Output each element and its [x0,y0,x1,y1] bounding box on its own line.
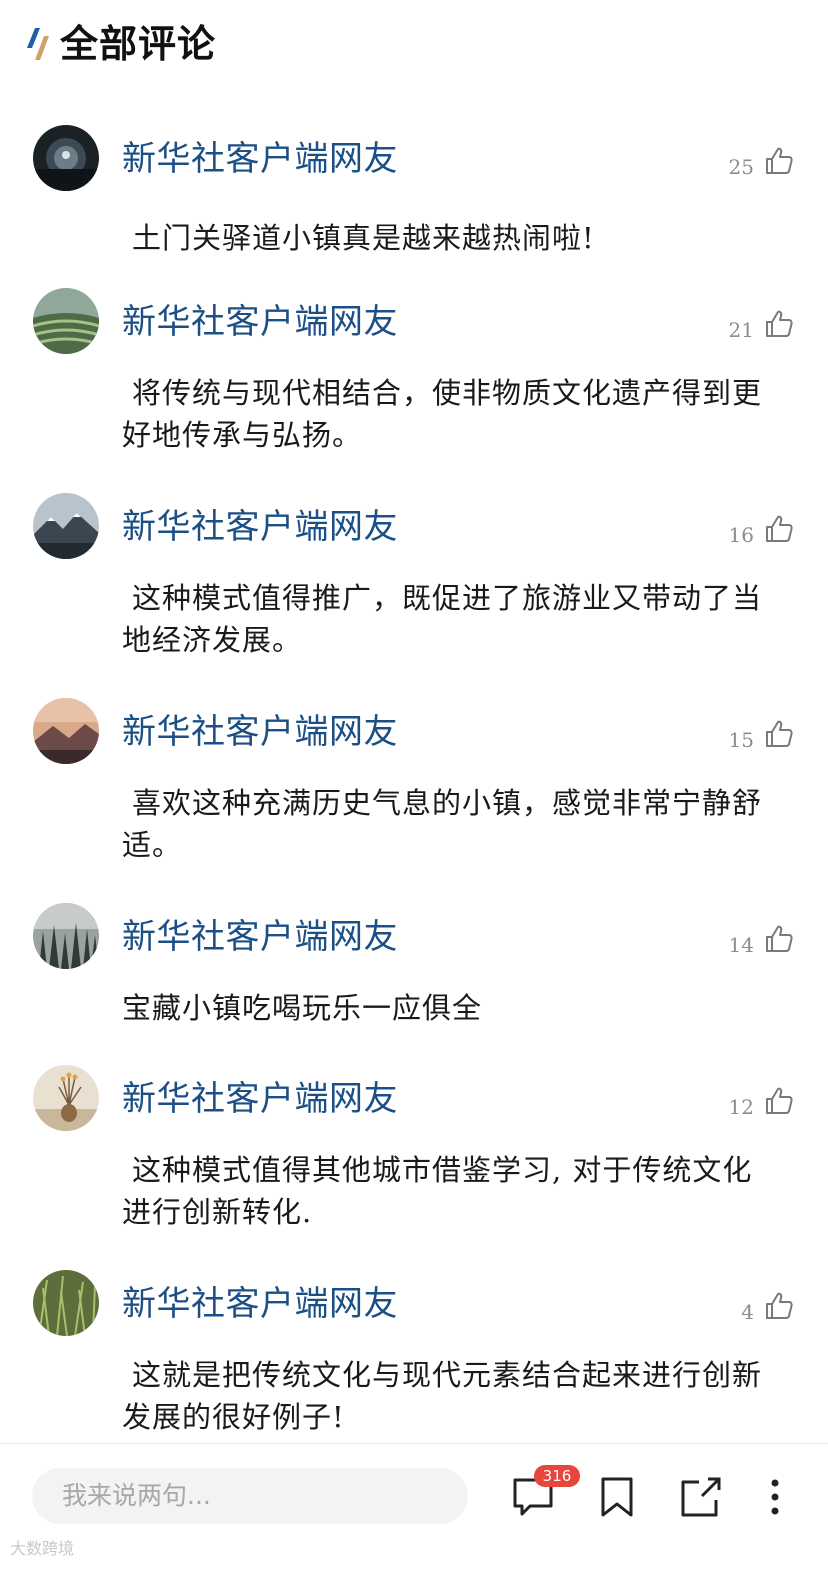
thumbs-up-icon[interactable] [764,719,794,749]
comment-text: 这种模式值得推广，既促进了旅游业又带动了当地经济发展。 [122,581,763,657]
comment-item: 新华社客户端网友 21 将传统与现代相结合，使非物质文化遗产得到更好地传承与弘扬… [0,288,828,468]
like-count: 4 [741,1300,754,1324]
thumbs-up-icon[interactable] [764,514,794,544]
comment-item: 新华社客户端网友 16 这种模式值得推广，既促进了旅游业又带动了当地经济发展。 [0,493,828,673]
like-button[interactable]: 15 [729,716,794,752]
terrace-fields-avatar[interactable] [33,288,99,354]
like-count: 14 [728,933,754,957]
watermark-text: 大数跨境 [10,1539,75,1558]
like-button[interactable]: 21 [729,306,794,342]
thumbs-up-icon[interactable] [764,924,794,954]
sunset-mountain-avatar[interactable] [33,698,99,764]
comment-text: 喜欢这种充满历史气息的小镇，感觉非常宁静舒适。 [122,786,763,862]
like-count: 15 [728,728,754,752]
night-sky-avatar[interactable] [33,125,99,191]
share-icon[interactable] [678,1474,724,1520]
thumbs-up-icon[interactable] [764,309,794,339]
comment-list: 新华社客户端网友 25 土门关驿道小镇真是越来越热闹啦! 新华社客户端网友 21 [0,95,828,1443]
comment-text: 将传统与现代相结合，使非物质文化遗产得到更好地传承与弘扬。 [122,376,763,452]
page-header: 全部评论 [0,0,828,95]
bottom-action-bar: 我来说两句... 316 大数跨境 [0,1443,828,1570]
comment-item: 新华社客户端网友 12 这种模式值得其他城市借鉴学习, 对于传统文化进行创新转化… [0,1065,828,1245]
bookmark-icon[interactable] [594,1474,640,1520]
comment-item: 新华社客户端网友 4 这就是把传统文化与现代元素结合起来进行创新发展的很好例子! [0,1270,828,1443]
like-count: 12 [728,1095,754,1119]
comment-author[interactable]: 新华社客户端网友 [122,137,398,181]
comment-author[interactable]: 新华社客户端网友 [122,505,398,549]
comment-author[interactable]: 新华社客户端网友 [122,300,398,344]
page-title: 全部评论 [60,22,217,66]
comment-item: 新华社客户端网友 15 喜欢这种充满历史气息的小镇，感觉非常宁静舒适。 [0,698,828,878]
comment-text: 土门关驿道小镇真是越来越热闹啦! [132,221,595,255]
comment-item: 新华社客户端网友 25 土门关驿道小镇真是越来越热闹啦! [0,125,828,265]
slash-logo-icon [27,28,49,60]
comment-author[interactable]: 新华社客户端网友 [122,1077,398,1121]
like-button[interactable]: 25 [729,143,794,179]
comment-item: 新华社客户端网友 14 宝藏小镇吃喝玩乐一应俱全 [0,903,828,1043]
comment-author[interactable]: 新华社客户端网友 [122,710,398,754]
like-count: 16 [728,523,754,547]
snow-mountain-avatar[interactable] [33,493,99,559]
misty-forest-avatar[interactable] [33,903,99,969]
comment-author[interactable]: 新华社客户端网友 [122,1282,398,1326]
thumbs-up-icon[interactable] [764,1291,794,1321]
thumbs-up-icon[interactable] [764,146,794,176]
comment-author[interactable]: 新华社客户端网友 [122,915,398,959]
comment-input[interactable]: 我来说两句... [32,1468,468,1524]
grass-avatar[interactable] [33,1270,99,1336]
comment-text: 宝藏小镇吃喝玩乐一应俱全 [122,991,483,1025]
comment-text: 这种模式值得其他城市借鉴学习, 对于传统文化进行创新转化. [122,1153,753,1229]
vase-flowers-avatar[interactable] [33,1065,99,1131]
like-count: 21 [728,318,754,342]
like-count: 25 [728,155,754,179]
like-button[interactable]: 4 [741,1288,794,1324]
comment-text: 这就是把传统文化与现代元素结合起来进行创新发展的很好例子! [122,1358,763,1434]
like-button[interactable]: 14 [729,921,794,957]
like-button[interactable]: 12 [729,1083,794,1119]
comment-count-badge: 316 [534,1465,580,1487]
thumbs-up-icon[interactable] [764,1086,794,1116]
more-icon[interactable] [752,1474,798,1520]
like-button[interactable]: 16 [729,511,794,547]
comment-input-placeholder: 我来说两句... [62,1481,211,1510]
